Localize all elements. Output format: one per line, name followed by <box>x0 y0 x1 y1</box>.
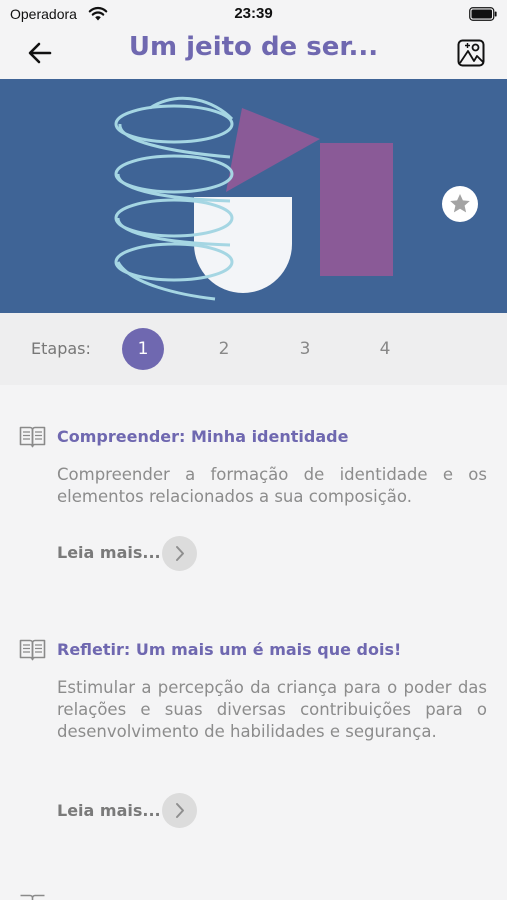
book-icon <box>19 639 46 661</box>
step-4[interactable]: 4 <box>364 328 406 370</box>
read-more-button[interactable] <box>162 793 197 828</box>
hero-banner <box>0 79 507 313</box>
hero-illustration <box>114 96 393 301</box>
favorite-button[interactable] <box>442 186 478 222</box>
book-icon <box>19 426 46 448</box>
steps-label: Etapas: <box>31 339 91 358</box>
step-3[interactable]: 3 <box>284 328 326 370</box>
star-icon <box>450 194 470 213</box>
card-title: Refletir: Um mais um é mais que dois! <box>57 640 402 659</box>
card-description: Estimular a percepção da criança para o … <box>57 678 487 741</box>
page-title: Um jeito de ser... <box>128 32 379 62</box>
chevron-right-icon <box>176 546 184 561</box>
battery-icon <box>469 7 497 21</box>
book-icon <box>20 894 45 900</box>
card-description: Compreender a formação de identidade e o… <box>57 465 487 506</box>
step-2[interactable]: 2 <box>203 328 245 370</box>
status-time: 23:39 <box>234 5 273 22</box>
read-more-button[interactable] <box>162 536 197 571</box>
chevron-right-icon <box>176 803 184 818</box>
status-bar: Operadora 23:39 <box>0 0 507 28</box>
read-more-link[interactable]: Leia mais... <box>57 543 161 562</box>
screen: Operadora 23:39 Um jeito de ser... Etapa… <box>0 0 507 900</box>
navigation-bar: Um jeito de ser... <box>0 28 507 78</box>
step-1[interactable]: 1 <box>122 328 164 370</box>
steps-bar: Etapas: 1 2 3 4 <box>0 313 507 385</box>
card-title: Compreender: Minha identidade <box>57 427 349 446</box>
read-more-link[interactable]: Leia mais... <box>57 801 161 820</box>
image-gallery-icon[interactable] <box>457 39 485 67</box>
